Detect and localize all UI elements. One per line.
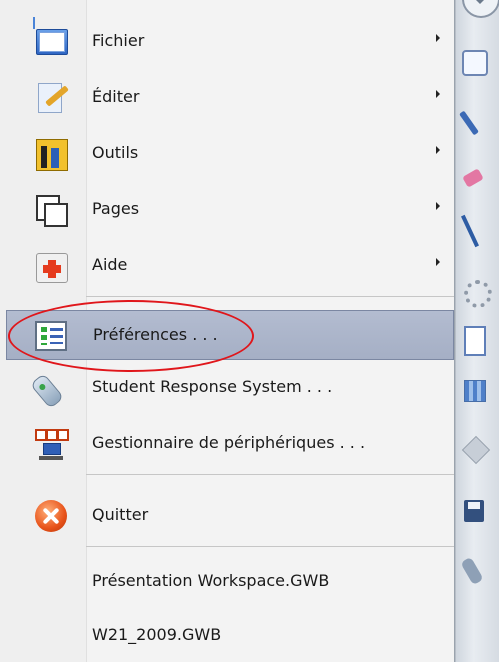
help-icon bbox=[34, 249, 68, 283]
submenu-arrow-icon bbox=[436, 202, 440, 210]
new-page-button[interactable] bbox=[458, 320, 498, 360]
main-menu: Fichier Éditer Outils Pages Aide Préfére… bbox=[0, 0, 455, 662]
menu-separator bbox=[86, 546, 454, 547]
remote-icon bbox=[460, 556, 484, 586]
menu-separator bbox=[86, 296, 454, 297]
remote-icon bbox=[29, 371, 68, 410]
edit-icon bbox=[34, 81, 69, 115]
response-system-button[interactable] bbox=[458, 550, 498, 590]
select-tool-button[interactable] bbox=[458, 40, 498, 80]
submenu-arrow-icon bbox=[436, 258, 440, 266]
menu-item-label: Éditer bbox=[92, 87, 140, 106]
line-tool-button[interactable] bbox=[458, 210, 498, 250]
menu-item-label: Student Response System . . . bbox=[92, 377, 333, 396]
page-icon bbox=[464, 326, 486, 356]
pen-icon bbox=[459, 110, 479, 136]
submenu-arrow-icon bbox=[436, 146, 440, 154]
menu-separator bbox=[86, 474, 454, 475]
menu-item-quitter[interactable]: Quitter bbox=[6, 492, 454, 540]
menu-item-outils[interactable]: Outils bbox=[6, 130, 454, 178]
tools-icon bbox=[34, 137, 68, 171]
menu-item-label: Gestionnaire de périphériques . . . bbox=[92, 433, 366, 452]
pen-tool-button[interactable] bbox=[458, 100, 498, 140]
menu-item-label: Pages bbox=[92, 199, 140, 218]
submenu-arrow-icon bbox=[436, 34, 440, 42]
submenu-arrow-icon bbox=[436, 90, 440, 98]
eraser-icon bbox=[462, 168, 484, 188]
recent-file-label: W21_2009.GWB bbox=[92, 625, 222, 644]
disk-icon bbox=[464, 500, 484, 522]
menu-item-label: Fichier bbox=[92, 31, 145, 50]
quit-icon bbox=[34, 499, 68, 533]
recent-file-item[interactable]: W21_2009.GWB bbox=[6, 612, 454, 660]
menu-item-label: Aide bbox=[92, 255, 128, 274]
menu-item-label: Outils bbox=[92, 143, 139, 162]
menu-item-aide[interactable]: Aide bbox=[6, 242, 454, 290]
menu-item-pages[interactable]: Pages bbox=[6, 186, 454, 234]
menu-item-device-manager[interactable]: Gestionnaire de périphériques . . . bbox=[6, 420, 454, 468]
gallery-button[interactable] bbox=[458, 370, 498, 410]
side-toolbar bbox=[455, 0, 499, 662]
grid-icon bbox=[464, 380, 486, 402]
gear-icon bbox=[464, 280, 492, 308]
eraser-tool-button[interactable] bbox=[458, 160, 498, 200]
menu-item-fichier[interactable]: Fichier bbox=[6, 18, 454, 66]
settings-tool-button[interactable] bbox=[458, 270, 498, 310]
folder-icon bbox=[34, 25, 68, 59]
red-annotation-ellipse bbox=[8, 300, 254, 372]
recent-file-label: Présentation Workspace.GWB bbox=[92, 571, 330, 590]
diamond-icon bbox=[461, 435, 491, 465]
page-select-icon bbox=[462, 50, 488, 76]
line-icon bbox=[461, 214, 479, 248]
shape-tool-button[interactable] bbox=[458, 430, 498, 470]
device-manager-icon bbox=[34, 427, 69, 461]
recent-file-item[interactable]: Présentation Workspace.GWB bbox=[6, 558, 454, 606]
pages-icon bbox=[34, 193, 68, 227]
menu-item-editer[interactable]: Éditer bbox=[6, 74, 454, 122]
save-button[interactable] bbox=[458, 490, 498, 530]
dropdown-circle-icon[interactable] bbox=[462, 0, 499, 18]
menu-item-student-response-system[interactable]: Student Response System . . . bbox=[6, 364, 454, 412]
menu-item-label: Quitter bbox=[92, 505, 149, 524]
